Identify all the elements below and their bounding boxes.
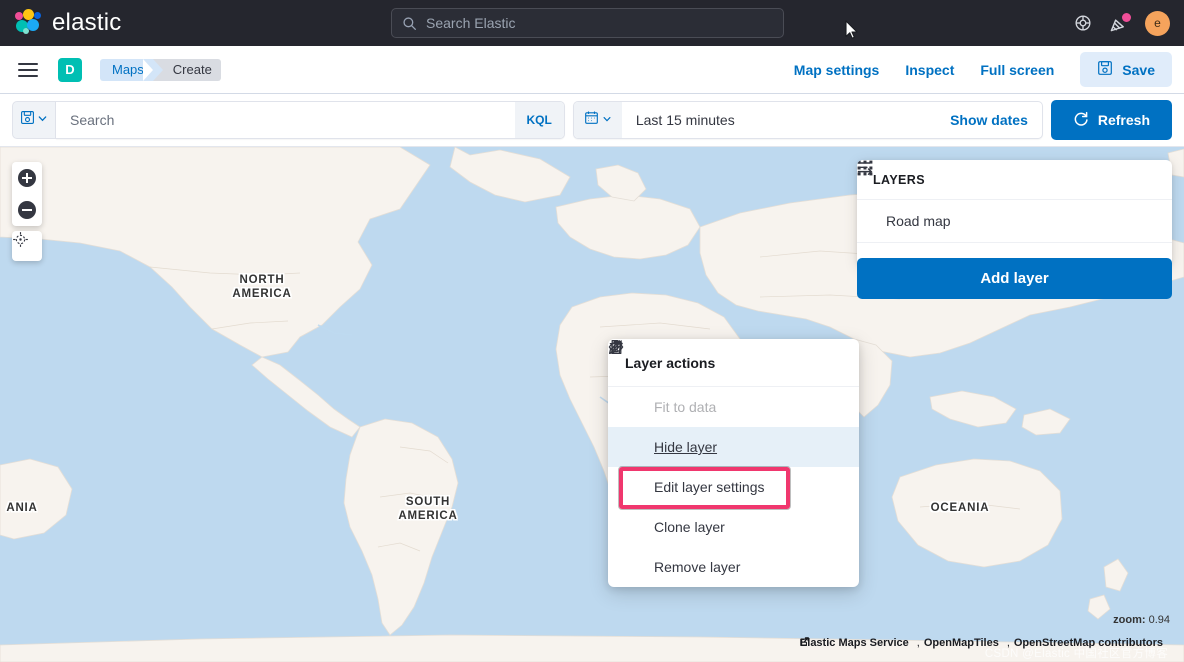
layer-list-item-label: Road map <box>886 213 951 229</box>
breadcrumb-label: Maps <box>112 62 144 77</box>
date-quick-select-button[interactable] <box>573 102 622 138</box>
brand-name: elastic <box>52 9 122 36</box>
layers-panel-header: LAYERS <box>857 160 1172 200</box>
zoom-level-value: 0.94 <box>1148 614 1170 626</box>
add-layer-button[interactable]: Add layer <box>857 258 1172 299</box>
layers-panel-title: LAYERS <box>873 173 925 187</box>
global-header-actions: e <box>1074 0 1170 46</box>
date-range-value[interactable]: Last 15 minutes <box>622 112 950 128</box>
pencil-icon <box>608 340 642 496</box>
attribution-separator: , <box>1006 637 1010 649</box>
breadcrumb-label: Create <box>172 62 212 77</box>
layer-actions-title: Layer actions <box>608 339 859 387</box>
help-circle-icon[interactable] <box>1074 14 1092 32</box>
elastic-logo-icon <box>14 9 42 37</box>
layer-list-item-road-map[interactable]: Road map <box>857 160 1172 243</box>
refresh-button-label: Refresh <box>1097 112 1150 128</box>
query-language-button[interactable]: KQL <box>514 102 564 138</box>
chevron-down-icon <box>602 111 612 129</box>
mouse-cursor <box>845 20 858 39</box>
search-icon <box>402 16 417 31</box>
layer-action-label: Clone layer <box>654 519 725 535</box>
map-canvas[interactable]: NORTHAMERICA SOUTHAMERICA OCEANIA ANIA <box>0 147 1184 662</box>
layer-action-remove-layer[interactable]: Remove layer <box>608 340 859 587</box>
layer-action-edit-layer-settings[interactable]: Edit layer settings <box>608 340 859 507</box>
minus-circle-icon <box>18 201 36 219</box>
plus-circle-icon <box>18 169 36 187</box>
layer-actions-popover: Layer actions Fit to data Hide layer Edi… <box>608 339 859 587</box>
calendar-icon <box>584 110 599 130</box>
megaphone-icon[interactable] <box>1109 12 1131 33</box>
trash-icon <box>609 340 642 576</box>
fit-to-data-icon <box>609 340 642 416</box>
zoom-out-button[interactable] <box>12 194 42 226</box>
attribution-link-openstreetmap[interactable]: OpenStreetMap contributors <box>1014 637 1163 649</box>
global-search-placeholder: Search Elastic <box>426 15 516 31</box>
global-header: elastic Search Elastic e <box>0 0 1184 46</box>
zoom-level-label: zoom: <box>1113 614 1146 626</box>
layer-action-label: Remove layer <box>654 559 741 575</box>
save-button-label: Save <box>1122 61 1155 78</box>
refresh-icon <box>1073 111 1089 130</box>
attribution-separator: , <box>916 637 920 649</box>
brand[interactable]: elastic <box>14 9 121 37</box>
maps-app-window: elastic Search Elastic e D Maps Create M… <box>0 0 1184 662</box>
application-header: D Maps Create Map settings Inspect Full … <box>0 46 1184 94</box>
copy-icon <box>611 339 642 536</box>
user-avatar[interactable]: e <box>1145 10 1170 36</box>
inspect-button[interactable]: Inspect <box>905 62 954 78</box>
save-disk-icon <box>1097 60 1113 79</box>
layer-action-hide-layer[interactable]: Hide layer <box>608 340 859 467</box>
query-input-container[interactable]: Search KQL <box>56 101 565 139</box>
fit-to-bounds-button[interactable] <box>12 231 42 261</box>
layer-action-clone-layer[interactable]: Clone layer <box>608 339 859 547</box>
breadcrumb: Maps Create <box>100 58 221 81</box>
eye-slash-icon <box>608 340 642 456</box>
save-button[interactable]: Save <box>1080 52 1172 87</box>
notification-badge <box>1122 12 1131 22</box>
layers-panel: LAYERS Road map <box>857 160 1172 266</box>
refresh-button[interactable]: Refresh <box>1050 100 1172 140</box>
attribution-link-openmaptiles[interactable]: OpenMapTiles <box>924 637 999 649</box>
hamburger-menu-icon[interactable] <box>18 62 38 77</box>
save-disk-icon <box>20 110 35 130</box>
zoom-level-readout: zoom: 0.94 <box>1113 614 1170 626</box>
layer-action-fit-to-data: Fit to data <box>608 340 859 427</box>
map-attribution: Elastic Maps Service , OpenMapTiles , Op… <box>800 637 1170 649</box>
map-settings-button[interactable]: Map settings <box>794 62 880 78</box>
space-avatar[interactable]: D <box>58 57 82 82</box>
attribution-link-elastic-maps-service[interactable]: Elastic Maps Service <box>800 637 909 649</box>
query-bar: Search KQL Last 15 minutes Show dates Re… <box>0 94 1184 147</box>
map-zoom-controls <box>12 162 42 226</box>
query-input[interactable]: Search <box>56 112 515 128</box>
show-dates-button[interactable]: Show dates <box>950 112 1042 128</box>
global-search-input[interactable]: Search Elastic <box>391 8 784 38</box>
breadcrumb-item-create[interactable]: Create <box>142 58 221 81</box>
layer-action-label: Fit to data <box>654 399 717 415</box>
chevron-down-icon <box>37 111 48 129</box>
header-actions: Map settings Inspect Full screen Save <box>794 52 1172 87</box>
layer-action-label: Edit layer settings <box>654 479 765 495</box>
date-picker: Last 15 minutes Show dates <box>572 101 1043 139</box>
layer-action-label: Hide layer <box>654 439 718 455</box>
zoom-in-button[interactable] <box>12 162 42 194</box>
saved-query-button[interactable] <box>12 101 56 139</box>
full-screen-button[interactable]: Full screen <box>980 62 1054 78</box>
